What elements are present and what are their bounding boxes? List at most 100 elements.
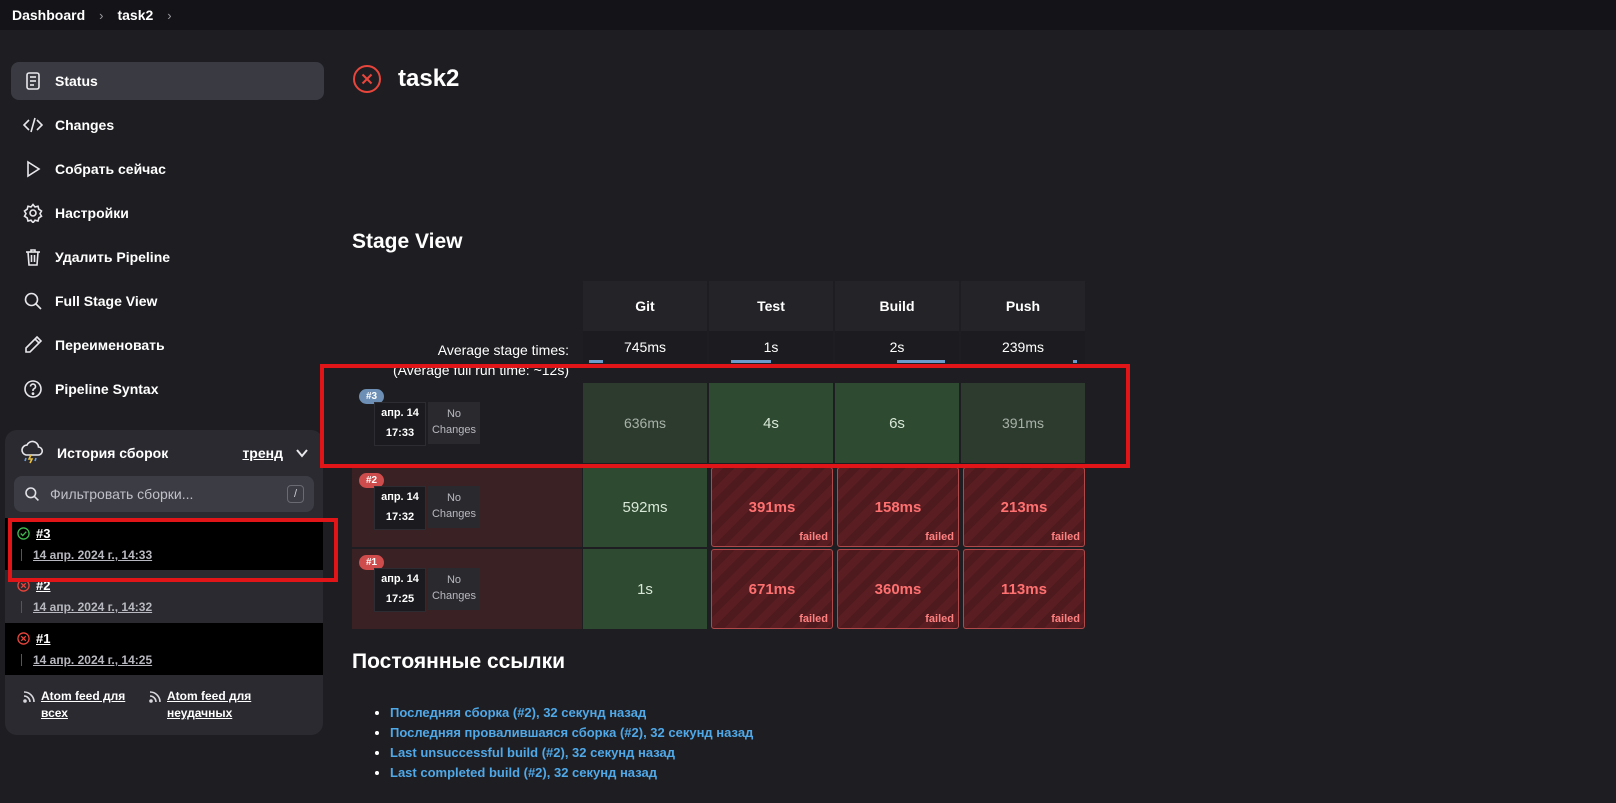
document-icon: [23, 71, 43, 91]
stage-cell-failed[interactable]: 113ms failed: [963, 549, 1085, 629]
build-filter: /: [14, 476, 314, 512]
build-filter-input[interactable]: [50, 486, 277, 502]
pencil-icon: [23, 335, 43, 355]
weather-storm-icon: [21, 440, 44, 464]
stage-cell-failed[interactable]: 360ms failed: [837, 549, 959, 629]
sidebar-item-settings[interactable]: Настройки: [11, 194, 324, 232]
stage-cell-time: 360ms: [874, 580, 922, 598]
build-history-title: История сборок: [57, 445, 169, 461]
atom-feed-failed-label: Atom feed для неудачных: [167, 689, 252, 720]
failed-label: failed: [1051, 531, 1080, 543]
avg-time-push: 239ms: [961, 331, 1085, 363]
stage-cell-failed[interactable]: 158ms failed: [837, 467, 959, 547]
build-history-header: История сборок тренд: [5, 430, 323, 476]
breadcrumb-task2[interactable]: task2: [117, 7, 153, 23]
stage-cell-time: 592ms: [622, 498, 668, 516]
failed-x-icon: [353, 65, 381, 93]
sidebar-item-label: Переименовать: [55, 337, 165, 353]
rss-icon: [149, 691, 161, 703]
permalinks-title: Постоянные ссылки: [352, 650, 566, 673]
failed-label: failed: [799, 613, 828, 625]
run-row: #2 апр. 14 17:32 No Changes: [352, 467, 582, 547]
stage-cell-failed[interactable]: 671ms failed: [711, 549, 833, 629]
search-icon: [23, 291, 43, 311]
build-date-link[interactable]: 14 апр. 2024 г., 14:25: [21, 653, 323, 667]
chevron-down-icon[interactable]: [295, 446, 309, 460]
atom-feed-all-link[interactable]: Atom feed для всех: [23, 688, 133, 722]
avg-time-value: 2s: [889, 339, 905, 355]
trash-icon: [23, 247, 43, 267]
sidebar-item-changes[interactable]: Changes: [11, 106, 324, 144]
search-icon: [25, 487, 39, 501]
breadcrumb-dashboard[interactable]: Dashboard: [12, 7, 85, 23]
avg-progress-bar: [1073, 360, 1077, 363]
sidebar-item-pipeline-syntax[interactable]: Pipeline Syntax: [11, 370, 324, 408]
run-row: #1 апр. 14 17:25 No Changes: [352, 549, 582, 629]
avg-progress-bar: [897, 360, 945, 363]
rss-icon: [23, 691, 35, 703]
code-icon: [23, 115, 43, 135]
average-stage-times-text: Average stage times:: [437, 342, 569, 358]
run-no-changes: No Changes: [428, 568, 480, 610]
sidebar-item-full-stage-view[interactable]: Full Stage View: [11, 282, 324, 320]
sidebar-item-label: Status: [55, 73, 98, 89]
avg-time-value: 1s: [763, 339, 779, 355]
failed-label: failed: [1051, 613, 1080, 625]
failed-label: failed: [925, 613, 954, 625]
sidebar-item-label: Full Stage View: [55, 293, 158, 309]
stage-cell-failed[interactable]: 213ms failed: [963, 467, 1085, 547]
run-date-box: апр. 14 17:25: [374, 568, 426, 612]
stage-cell-time: 391ms: [748, 498, 796, 516]
sidebar-item-build-now[interactable]: Собрать сейчас: [11, 150, 324, 188]
build-history-panel: История сборок тренд / #3 14 апр. 2024 г…: [5, 430, 323, 735]
stage-cell[interactable]: 1s: [583, 549, 707, 629]
stage-cell-time: 213ms: [1000, 498, 1048, 516]
atom-feed-failed-link[interactable]: Atom feed для неудачных: [149, 688, 279, 722]
stage-cell[interactable]: 592ms: [583, 467, 707, 547]
permalink-last-unsuccessful[interactable]: Last unsuccessful build (#2), 32 секунд …: [390, 743, 753, 763]
run-date-box: апр. 14 17:32: [374, 486, 426, 530]
build-row[interactable]: #1 14 апр. 2024 г., 14:25: [5, 623, 323, 675]
run-date: апр. 14: [381, 573, 419, 585]
trend-link[interactable]: тренд: [242, 445, 283, 461]
avg-progress-bar: [589, 360, 603, 363]
run-date: апр. 14: [381, 491, 419, 503]
permalink-last-failed[interactable]: Последняя провалившаяся сборка (#2), 32 …: [390, 723, 753, 743]
sidebar-item-status[interactable]: Status: [11, 62, 324, 100]
help-icon: [23, 379, 43, 399]
sidebar: Status Changes Собрать сейчас Настройки …: [0, 30, 335, 803]
keyboard-shortcut-badge: /: [286, 485, 304, 503]
sidebar-item-rename[interactable]: Переименовать: [11, 326, 324, 364]
chevron-right-icon[interactable]: ›: [167, 8, 171, 23]
sidebar-item-label: Настройки: [55, 205, 129, 221]
sidebar-item-label: Собрать сейчас: [55, 161, 166, 177]
build-date-link[interactable]: 14 апр. 2024 г., 14:32: [21, 600, 323, 614]
stage-header-push: Push: [961, 281, 1085, 331]
avg-time-git: 745ms: [583, 331, 707, 363]
permalink-last-completed[interactable]: Last completed build (#2), 32 секунд наз…: [390, 763, 753, 783]
avg-time-test: 1s: [709, 331, 833, 363]
stage-cell-time: 158ms: [874, 498, 922, 516]
run-no-changes: No Changes: [428, 486, 480, 528]
stage-view-title: Stage View: [352, 230, 463, 253]
breadcrumb: Dashboard › task2 ›: [0, 0, 1616, 30]
sidebar-item-label: Changes: [55, 117, 115, 133]
failed-label: failed: [925, 531, 954, 543]
avg-progress-bar: [731, 360, 771, 363]
stage-header-test: Test: [709, 281, 833, 331]
stage-cell-time: 671ms: [748, 580, 796, 598]
gear-icon: [23, 203, 43, 223]
permalink-last-build[interactable]: Последняя сборка (#2), 32 секунд назад: [390, 703, 753, 723]
sidebar-item-label: Pipeline Syntax: [55, 381, 159, 397]
play-icon: [23, 159, 43, 179]
build-number-link[interactable]: #1: [36, 631, 50, 646]
failed-label: failed: [799, 531, 828, 543]
sidebar-item-delete-pipeline[interactable]: Удалить Pipeline: [11, 238, 324, 276]
atom-feed-all-label: Atom feed для всех: [41, 689, 126, 720]
chevron-right-icon[interactable]: ›: [99, 8, 103, 23]
page-title: task2: [352, 64, 459, 94]
sidebar-item-label: Удалить Pipeline: [55, 249, 171, 265]
stage-header-git: Git: [583, 281, 707, 331]
stage-cell-failed[interactable]: 391ms failed: [711, 467, 833, 547]
sidebar-nav: Status Changes Собрать сейчас Настройки …: [11, 62, 324, 414]
